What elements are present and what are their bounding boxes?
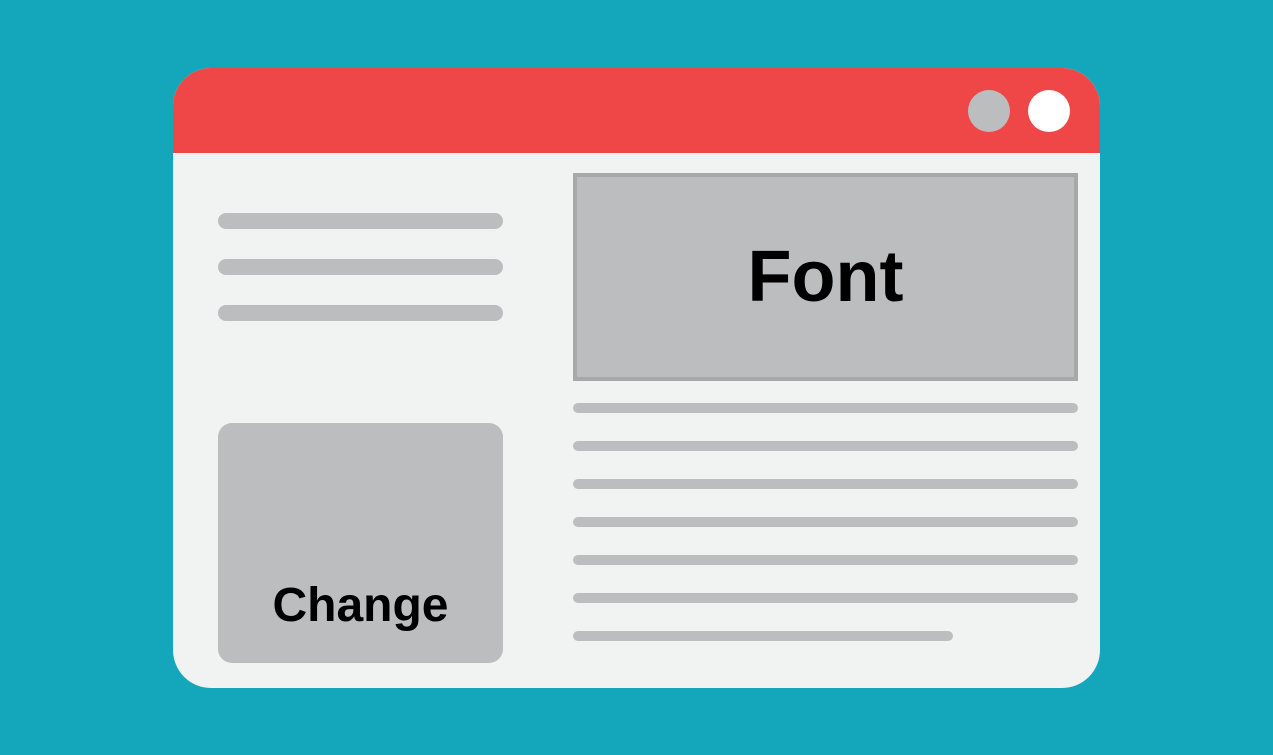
- content-area: Font Change: [173, 153, 1100, 688]
- text-line-placeholder: [573, 555, 1078, 565]
- hero-title: Font: [748, 236, 904, 318]
- text-line-placeholder: [218, 213, 503, 229]
- hero-panel: Font: [573, 173, 1078, 381]
- text-line-placeholder: [573, 441, 1078, 451]
- side-card: Change: [218, 423, 503, 663]
- window-control-close-icon[interactable]: [1028, 90, 1070, 132]
- titlebar: [173, 68, 1100, 153]
- text-line-placeholder: [218, 305, 503, 321]
- browser-window: Font Change: [173, 68, 1100, 688]
- window-control-minimize-icon[interactable]: [968, 90, 1010, 132]
- text-line-placeholder: [573, 479, 1078, 489]
- text-line-placeholder: [218, 259, 503, 275]
- text-line-placeholder: [573, 403, 1078, 413]
- text-line-placeholder: [573, 517, 1078, 527]
- card-title: Change: [272, 578, 448, 633]
- text-line-placeholder: [573, 631, 953, 641]
- text-line-placeholder: [573, 593, 1078, 603]
